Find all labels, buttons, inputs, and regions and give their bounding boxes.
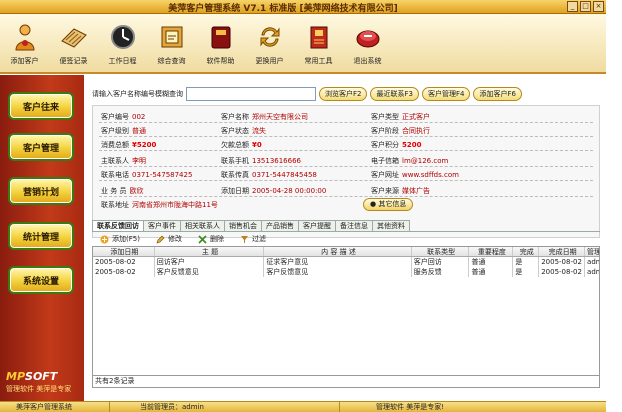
tab-events[interactable]: 客户事件	[143, 220, 181, 231]
col-done-date[interactable]: 完成日期	[539, 247, 586, 256]
contact-email: 电子信箱 lm@126.com	[371, 157, 449, 165]
col-added-date[interactable]: 添加日期	[93, 247, 155, 256]
customer-level: 客户级别 普通	[101, 127, 146, 135]
contact-mobile: 联系手机 13513616666	[221, 157, 301, 165]
status-bar: 美萍客户管理系统 当前管理员：admin 管理软件 美萍是专家!	[0, 401, 606, 412]
close-button[interactable]: ×	[593, 1, 604, 12]
col-subject[interactable]: 主 题	[155, 247, 265, 256]
recent-contacts-button[interactable]: 最近联系F3	[370, 87, 419, 101]
table-row[interactable]: 2005-08-02 客户反馈意见 客户反馈意见 服务反馈 普通 是 2005-…	[93, 267, 599, 277]
col-admin[interactable]: 管理	[585, 247, 599, 256]
search-bar: 请输入客户名称编号模糊查询 浏览客户F2 最近联系F3 客户管理F4 添加客户F…	[92, 83, 598, 105]
status-current-admin: 当前管理员：admin	[110, 402, 340, 412]
add-customer-f6-button[interactable]: 添加客户F6	[473, 87, 522, 101]
customer-points: 客户积分 5200	[371, 141, 422, 149]
customer-info-panel: 客户编号 002 客户名称 郑州天空有限公司 客户类型 正式客户 客户级别 普通 客户状…	[92, 105, 600, 238]
query-icon	[158, 23, 186, 51]
tab-related-contacts[interactable]: 相关联系人	[180, 220, 225, 231]
search-label: 请输入客户名称编号模糊查询	[92, 90, 183, 98]
nav-customer-management[interactable]: 客户管理	[8, 133, 74, 161]
browse-customers-button[interactable]: 浏览客户F2	[319, 87, 368, 101]
total-owed: 欠款总额 ¥0	[221, 141, 262, 149]
col-done[interactable]: 完成	[513, 247, 540, 256]
tab-other-docs[interactable]: 其他资料	[372, 220, 410, 231]
filter-icon	[240, 235, 249, 244]
main-panel: 请输入客户名称编号模糊查询 浏览客户F2 最近联系F3 客户管理F4 添加客户F…	[84, 75, 606, 401]
switch-user-icon	[256, 23, 284, 51]
add-icon	[100, 235, 109, 244]
nav-customer-contacts[interactable]: 客户往来	[8, 92, 74, 120]
minimize-button[interactable]: _	[567, 1, 578, 12]
main-contact: 主联系人 李明	[101, 157, 146, 165]
record-count: 共有2条记录	[92, 376, 600, 388]
total-spend: 消费总额 ¥5200	[101, 141, 157, 149]
contact-phone: 联系电话 0371-547587425	[101, 171, 193, 179]
customer-code: 客户编号 002	[101, 113, 146, 121]
other-info-button[interactable]: ● 其它信息	[363, 198, 414, 211]
query-button[interactable]: 综合查询	[147, 14, 196, 74]
switch-user-button[interactable]: 更换用户	[245, 14, 294, 74]
added-date: 添加日期 2005-04-28 00:00:00	[221, 187, 327, 195]
grid-toolbar: 添加(F5) 修改 删除 过滤	[92, 233, 600, 245]
search-input[interactable]	[186, 87, 316, 101]
help-book-icon	[207, 23, 235, 51]
feedback-grid: 添加日期 主 题 内 容 描 述 联系类型 重要程度 完成 完成日期 管理 20…	[92, 246, 600, 376]
tools-button[interactable]: 常用工具	[294, 14, 343, 74]
customer-name: 客户名称 郑州天空有限公司	[221, 113, 308, 121]
status-app-name: 美萍客户管理系统	[0, 402, 110, 412]
detail-tabs: 联系反馈回访 客户事件 相关联系人 销售机会 产品销售 客户提醒 备注信息 其他…	[92, 220, 600, 232]
tab-sales-opportunity[interactable]: 销售机会	[224, 220, 262, 231]
nav-statistics[interactable]: 统计管理	[8, 222, 74, 250]
col-contact-type[interactable]: 联系类型	[412, 247, 470, 256]
add-record-button[interactable]: 添加(F5)	[100, 234, 140, 244]
window-title: 美萍客户管理系统 V7.1 标准版 [美萍网络技术有限公司]	[168, 4, 398, 14]
window-controls: _ □ ×	[567, 1, 604, 12]
customer-status: 客户状态 流失	[221, 127, 266, 135]
memo-button[interactable]: 便签记录	[49, 14, 98, 74]
title-bar: 美萍客户管理系统 V7.1 标准版 [美萍网络技术有限公司] _ □ ×	[0, 0, 606, 14]
col-description[interactable]: 内 容 描 述	[264, 247, 412, 256]
person-icon	[11, 23, 39, 51]
help-button[interactable]: 软件帮助	[196, 14, 245, 74]
filter-button[interactable]: 过滤	[240, 234, 266, 244]
schedule-button[interactable]: 工作日程	[98, 14, 147, 74]
edit-icon	[156, 235, 165, 244]
logo-slogan: 管理软件 美萍是专家	[6, 385, 72, 393]
customer-type: 客户类型 正式客户	[371, 113, 430, 121]
contact-fax: 联系传真 0371-5447845458	[221, 171, 317, 179]
salesperson: 业 务 员欧欣	[101, 187, 144, 195]
tab-reminders[interactable]: 客户提醒	[298, 220, 336, 231]
contact-address: 联系地址 河南省郑州市陇海中路11号	[101, 201, 218, 209]
memo-icon	[60, 23, 88, 51]
main-toolbar: 添加客户 便签记录 工作日程 综合查询 软件帮助 更换用户 常用工具 退出系统	[0, 14, 606, 74]
customer-website: 客户网址 www.sdffds.com	[371, 171, 459, 179]
nav-system-settings[interactable]: 系统设置	[8, 266, 74, 294]
delete-icon	[198, 234, 207, 244]
delete-record-button[interactable]: 删除	[198, 234, 224, 244]
customer-source: 客户来源 媒体广告	[371, 187, 430, 195]
schedule-icon	[109, 23, 137, 51]
customer-stage: 客户阶段 合同执行	[371, 127, 430, 135]
tools-icon	[305, 23, 333, 51]
status-slogan: 管理软件 美萍是专家!	[376, 403, 445, 411]
add-customer-button[interactable]: 添加客户	[0, 14, 49, 74]
left-nav: 客户往来 客户管理 营销计划 统计管理 系统设置 MPSOFT 管理软件 美萍是…	[0, 75, 84, 401]
edit-record-button[interactable]: 修改	[156, 234, 182, 244]
grid-header: 添加日期 主 题 内 容 描 述 联系类型 重要程度 完成 完成日期 管理	[93, 247, 599, 257]
maximize-button[interactable]: □	[580, 1, 591, 12]
customer-management-button[interactable]: 客户管理F4	[421, 87, 471, 101]
tab-notes[interactable]: 备注信息	[335, 220, 373, 231]
exit-icon	[354, 23, 382, 51]
tab-feedback[interactable]: 联系反馈回访	[92, 220, 144, 231]
tab-product-sales[interactable]: 产品销售	[261, 220, 299, 231]
exit-button[interactable]: 退出系统	[343, 14, 392, 74]
table-row[interactable]: 2005-08-02 回访客户 征求客户意见 客户回访 普通 是 2005-08…	[93, 257, 599, 267]
mpsoft-logo: MPSOFT 管理软件 美萍是专家	[6, 370, 78, 394]
col-importance[interactable]: 重要程度	[469, 247, 514, 256]
nav-marketing-plan[interactable]: 营销计划	[8, 177, 74, 205]
